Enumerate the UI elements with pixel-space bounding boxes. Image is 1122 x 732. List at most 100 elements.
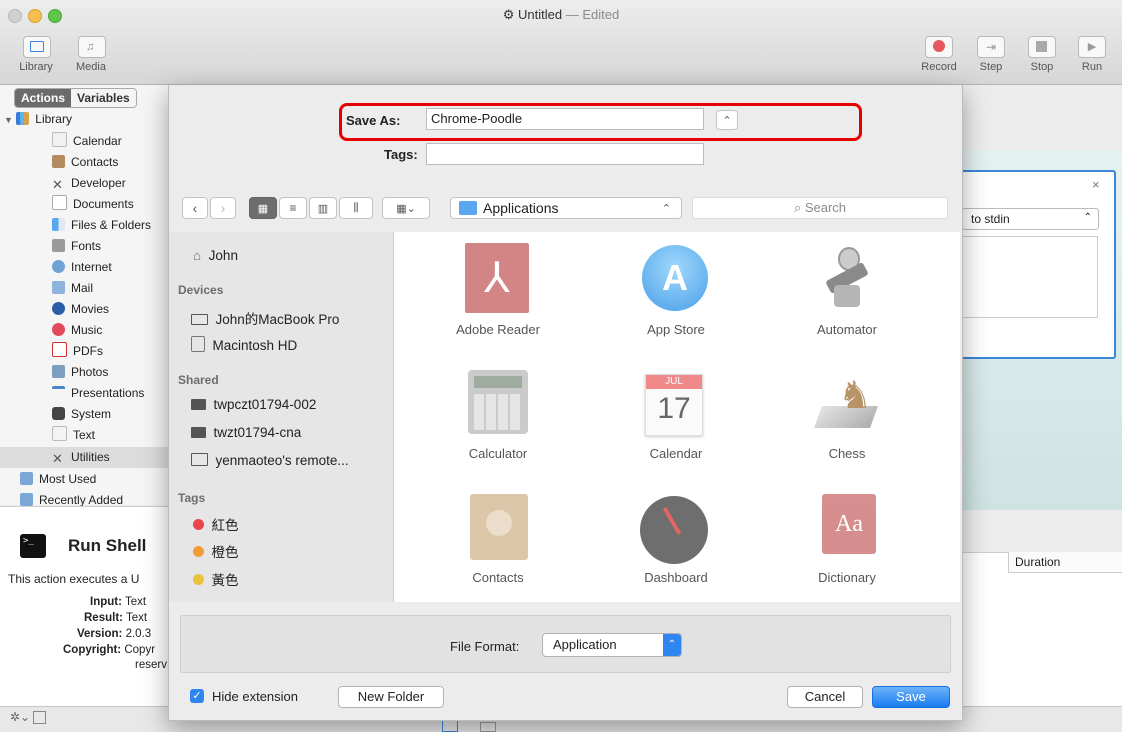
photos-icon <box>52 365 65 378</box>
file-label[interactable]: Dashboard <box>606 570 746 585</box>
library-segmented-control[interactable]: Actions Variables <box>14 88 137 108</box>
action-copyright-more: reserv <box>135 659 167 671</box>
file-label[interactable]: App Store <box>606 322 746 337</box>
contacts-icon[interactable] <box>470 494 528 560</box>
sidebar-item-internet[interactable]: Internet <box>0 257 168 278</box>
sidebar-item-developer[interactable]: ✕ Developer <box>0 173 168 194</box>
forward-button[interactable]: › <box>210 197 236 219</box>
dashboard-icon[interactable] <box>640 496 708 564</box>
sidebar-item-john[interactable]: ⌂ John <box>193 248 238 263</box>
sidebar-tag-red[interactable]: 紅色 <box>193 514 239 534</box>
sidebar-item-pdfs[interactable]: PDFs <box>0 341 168 362</box>
sidebar-item-macbook[interactable]: John的MacBook Pro <box>191 308 339 328</box>
log-duration-column[interactable]: Duration <box>1008 552 1122 573</box>
sidebar-item-music[interactable]: Music <box>0 320 168 341</box>
chevron-updown-icon: ⌃ <box>661 202 671 215</box>
calculator-icon[interactable] <box>468 370 528 434</box>
cancel-button[interactable]: Cancel <box>787 686 863 708</box>
list-view-button[interactable]: ≡ <box>279 197 307 219</box>
automator-icon[interactable] <box>814 245 880 311</box>
file-label[interactable]: Calendar <box>606 446 746 461</box>
record-icon <box>933 40 945 52</box>
search-field[interactable]: ⌕ Search <box>692 197 948 219</box>
finder-icon <box>52 218 65 231</box>
sidebar-item-movies[interactable]: Movies <box>0 299 168 320</box>
file-label[interactable]: Dictionary <box>777 570 917 585</box>
chevron-left-icon: ‹ <box>192 200 198 216</box>
close-icon[interactable]: × <box>1092 177 1100 192</box>
library-toggle-button[interactable] <box>23 36 51 58</box>
automator-doc-icon: ⚙︎ <box>502 7 519 22</box>
sidebar-item-mail[interactable]: Mail <box>0 278 168 299</box>
tags-field[interactable] <box>426 143 704 165</box>
tab-actions[interactable]: Actions <box>15 89 72 107</box>
sidebar-tag-orange[interactable]: 橙色 <box>193 541 239 561</box>
media-label: Media <box>76 61 106 73</box>
record-button[interactable] <box>925 36 953 58</box>
hide-extension-label[interactable]: Hide extension <box>212 689 298 704</box>
sidebar-item-shared-3[interactable]: yenmaoteo's remote... <box>191 453 349 468</box>
sidebar-item-system[interactable]: System <box>0 404 168 425</box>
presentations-icon <box>52 386 65 399</box>
coverflow-view-button[interactable]: ⫼ <box>339 197 373 219</box>
pass-input-select[interactable]: to stdin ⌃ <box>962 208 1099 230</box>
run-button[interactable]: ▶ <box>1078 36 1106 58</box>
sidebar-item-presentations[interactable]: Presentations <box>0 383 168 404</box>
library-books-icon <box>16 112 30 125</box>
chess-icon[interactable]: ♞ <box>813 372 880 434</box>
app-store-icon[interactable]: A <box>642 245 708 311</box>
file-label[interactable]: Automator <box>777 322 917 337</box>
media-icon: ♫ <box>86 41 95 53</box>
column-view-button[interactable]: ▥ <box>309 197 337 219</box>
sidebar-item-photos[interactable]: Photos <box>0 362 168 383</box>
sidebar-item-documents[interactable]: Documents <box>0 194 168 215</box>
adobe-reader-icon[interactable]: ⅄ <box>465 243 529 313</box>
calendar-icon[interactable]: JUL 17 <box>645 374 703 436</box>
icon-view-button[interactable]: ▦ <box>249 197 277 219</box>
file-label[interactable]: Adobe Reader <box>428 322 568 337</box>
description-toggle-icon[interactable] <box>33 711 46 724</box>
devices-header: Devices <box>178 283 224 297</box>
gear-menu-icon[interactable]: ✲⌄ <box>10 710 30 724</box>
media-button[interactable]: ♫ <box>78 36 106 58</box>
shared-header: Shared <box>178 373 219 387</box>
stop-label: Stop <box>1030 61 1054 73</box>
file-label[interactable]: Chess <box>777 446 917 461</box>
remote-display-icon <box>191 453 208 466</box>
action-copyright-row: Copyright: Copyr <box>63 644 156 656</box>
sidebar-item-contacts[interactable]: Contacts <box>0 152 168 173</box>
tab-variables[interactable]: Variables <box>71 89 136 107</box>
search-icon: ⌕ <box>793 200 802 215</box>
sidebar-item-utilities[interactable]: ✕ Utilities <box>0 447 168 468</box>
location-popup[interactable]: Applications ⌃ <box>450 197 682 219</box>
sidebar-tag-yellow[interactable]: 黃色 <box>193 569 239 589</box>
new-folder-button[interactable]: New Folder <box>338 686 444 708</box>
sidebar-item-shared-1[interactable]: twpczt01794-002 <box>191 397 316 412</box>
hide-extension-checkbox[interactable]: ✓ <box>190 689 204 703</box>
file-format-label: File Format: <box>450 639 520 654</box>
save-button[interactable]: Save <box>872 686 950 708</box>
list-view-icon[interactable] <box>442 720 458 732</box>
sidebar-item-text[interactable]: Text <box>0 425 168 446</box>
sidebar-item-calendar[interactable]: Calendar <box>0 131 168 152</box>
sidebar-item-files-folders[interactable]: Files & Folders <box>0 215 168 236</box>
grid-icon: ▦ <box>257 202 269 215</box>
arrange-button[interactable]: ▦⌄ <box>382 197 430 219</box>
file-format-popup[interactable]: Application ⌃ <box>542 633 682 657</box>
sidebar-item-fonts[interactable]: Fonts <box>0 236 168 257</box>
sidebar-item-most-used[interactable]: Most Used <box>0 469 168 490</box>
library-root[interactable]: ▼ Library <box>0 109 172 130</box>
file-label[interactable]: Calculator <box>428 446 568 461</box>
sidebar-item-shared-2[interactable]: twzt01794-cna <box>191 425 301 440</box>
yellow-tag-dot-icon <box>193 574 204 585</box>
stop-button[interactable] <box>1028 36 1056 58</box>
script-textarea[interactable] <box>962 236 1098 318</box>
step-button[interactable]: ⇥ <box>977 36 1005 58</box>
dictionary-icon[interactable]: Aa <box>822 494 876 554</box>
contacts-icon <box>52 155 65 168</box>
action-title: Run Shell <box>68 536 147 555</box>
back-button[interactable]: ‹ <box>182 197 208 219</box>
display-icon <box>191 399 206 410</box>
file-label[interactable]: Contacts <box>428 570 568 585</box>
sidebar-item-macintosh-hd[interactable]: Macintosh HD <box>191 336 297 353</box>
